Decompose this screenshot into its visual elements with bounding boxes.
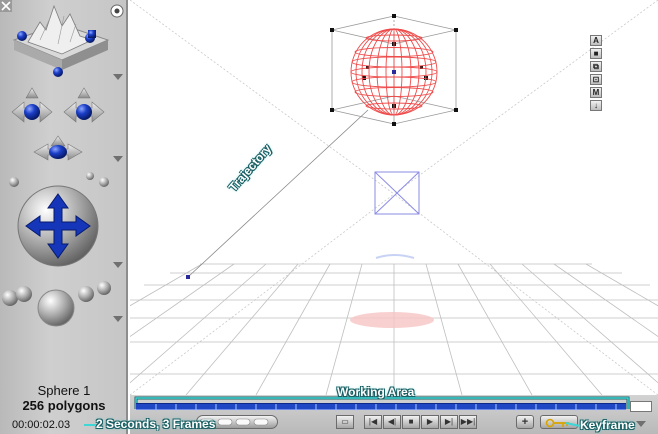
side-tool-a-button[interactable]: A xyxy=(590,35,602,46)
add-keyframe-button[interactable]: + xyxy=(516,415,534,429)
trajectory-path xyxy=(187,109,369,278)
working-area-callout: Working Area xyxy=(337,385,415,399)
collapse-icon[interactable] xyxy=(0,0,12,12)
key-icon xyxy=(545,418,569,428)
sphere-shadow xyxy=(350,312,434,328)
stop-button[interactable]: ■ xyxy=(402,415,420,429)
tool-panel: Sphere 1 256 polygons xyxy=(0,0,128,434)
step-forward-button[interactable]: ▶| xyxy=(440,415,458,429)
side-tool-m-button[interactable]: M xyxy=(590,87,602,98)
side-tool-frame-button[interactable]: ⊡ xyxy=(590,74,602,85)
timeline-end-icon[interactable] xyxy=(630,401,652,412)
side-tool-copy-button[interactable]: ⧉ xyxy=(590,61,602,72)
expand-icon[interactable] xyxy=(113,74,123,80)
go-end-button[interactable]: ▶▶| xyxy=(459,415,477,429)
3d-viewport[interactable]: A ■ ⧉ ⊡ M ↓ xyxy=(130,0,658,395)
tool-panel-graphics xyxy=(0,0,124,327)
polygon-count: 256 polygons xyxy=(22,398,106,413)
go-start-button[interactable]: |◀ xyxy=(364,415,382,429)
keyframe-callout: Keyframe xyxy=(580,418,635,432)
object-name: Sphere 1 xyxy=(37,383,91,398)
step-back-button[interactable]: ◀| xyxy=(383,415,401,429)
camera-shadow xyxy=(375,254,415,259)
view-mode-button[interactable]: ▭ xyxy=(336,415,354,429)
expand-icon[interactable] xyxy=(113,156,123,162)
frames-callout: 2 Seconds, 3 Frames xyxy=(96,417,216,431)
trajectory-point[interactable] xyxy=(186,275,190,279)
rotate-tool-icon[interactable] xyxy=(9,172,109,267)
object-tool-icon[interactable] xyxy=(12,4,110,77)
move-tool-icon[interactable] xyxy=(11,87,105,161)
floor-grid xyxy=(130,263,658,395)
keyframe-button[interactable] xyxy=(540,415,578,429)
viewport-scene xyxy=(130,0,658,395)
timeline-menu-icon[interactable] xyxy=(636,421,646,427)
timeline-ticks xyxy=(155,404,617,411)
side-tool-drop-button[interactable]: ↓ xyxy=(590,100,602,111)
camera-tool-icon[interactable] xyxy=(2,281,111,327)
expand-icon[interactable] xyxy=(113,262,123,268)
side-tool-square-button[interactable]: ■ xyxy=(590,48,602,59)
expand-icon[interactable] xyxy=(113,316,123,322)
sphere-pivot[interactable] xyxy=(392,70,396,74)
play-button[interactable]: ▶ xyxy=(421,415,439,429)
time-readout: 00:00:02.03 xyxy=(12,419,71,431)
camera-target[interactable] xyxy=(374,171,420,215)
options-icon[interactable] xyxy=(110,4,124,18)
